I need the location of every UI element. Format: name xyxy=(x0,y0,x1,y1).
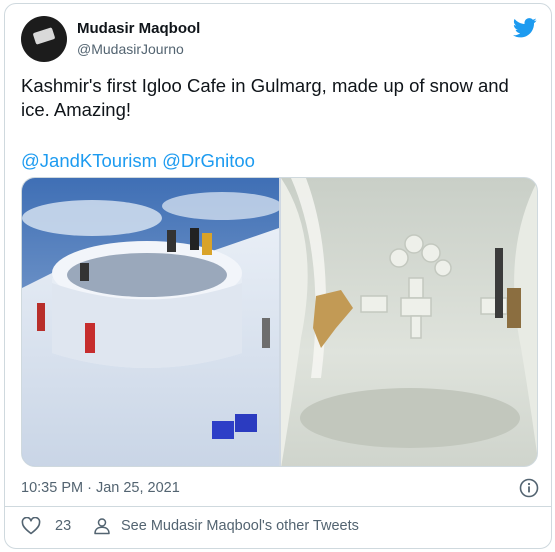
igloo-interior-photo[interactable] xyxy=(281,178,537,466)
author-handle[interactable]: @MudasirJourno xyxy=(77,41,184,57)
twitter-bird-icon[interactable] xyxy=(513,18,537,38)
other-tweets-label: See Mudasir Maqbool's other Tweets xyxy=(121,518,359,534)
tweet-text: Kashmir's first Igloo Cafe in Gulmarg, m… xyxy=(21,75,509,120)
mention-jandktourism[interactable]: @JandKTourism xyxy=(21,150,157,171)
heart-icon[interactable] xyxy=(21,517,41,535)
tweet-card: Mudasir Maqbool @MudasirJourno Kashmir's… xyxy=(4,3,552,549)
other-tweets-link[interactable]: See Mudasir Maqbool's other Tweets xyxy=(93,517,359,535)
like-action[interactable]: 23 xyxy=(21,517,71,535)
divider xyxy=(5,506,551,507)
tweet-mentions: @JandKTourism @DrGnitoo xyxy=(21,149,255,173)
tweet-media xyxy=(21,177,538,467)
author-display-name[interactable]: Mudasir Maqbool xyxy=(77,20,200,37)
info-icon[interactable] xyxy=(519,478,539,498)
avatar[interactable] xyxy=(21,16,67,62)
tweet-timestamp[interactable]: 10:35 PM · Jan 25, 2021 xyxy=(21,480,180,496)
like-count: 23 xyxy=(55,518,72,534)
mention-drgnitoo[interactable]: @DrGnitoo xyxy=(162,150,255,171)
igloo-exterior-photo[interactable] xyxy=(22,178,279,466)
person-icon xyxy=(94,518,110,535)
